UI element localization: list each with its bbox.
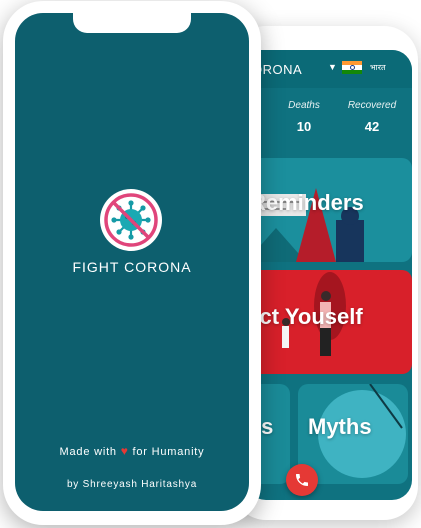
dropdown-icon[interactable]: ▼ xyxy=(328,62,337,72)
app-bar: ORONA ▼ भारत xyxy=(246,50,412,88)
call-button[interactable] xyxy=(286,464,318,496)
home-screen: ORONA ▼ भारत Deaths 10 Recovered 42 Remi… xyxy=(246,50,412,500)
protect-yourself-label: tect Youself xyxy=(246,304,363,329)
phone-notch xyxy=(73,13,191,33)
splash-title: FIGHT CORONA xyxy=(72,259,192,275)
recovered-stat: Recovered 42 xyxy=(342,100,402,134)
reminders-card[interactable]: Reminders xyxy=(246,158,412,262)
phone-icon xyxy=(296,474,308,486)
stats-row: Deaths 10 Recovered 42 xyxy=(246,94,412,152)
made-with-prefix: Made with xyxy=(59,446,117,458)
heart-icon: ♥ xyxy=(120,444,129,458)
author-credit: by Shreeyash Haritashya xyxy=(66,479,198,490)
myths-card[interactable]: Myths xyxy=(298,384,408,484)
recovered-value: 42 xyxy=(364,119,380,134)
india-flag-icon[interactable] xyxy=(342,61,362,74)
splash-screen: FIGHT CORONA Made with ♥ for Humanity by… xyxy=(15,13,249,511)
made-with-love-text: Made with ♥ for Humanity xyxy=(15,444,249,458)
deaths-stat: Deaths 10 xyxy=(274,100,334,134)
front-phone-frame: FIGHT CORONA Made with ♥ for Humanity by… xyxy=(3,1,261,525)
myths-label: Myths xyxy=(308,414,372,439)
no-virus-icon xyxy=(100,189,162,251)
language-label[interactable]: भारत xyxy=(370,62,386,73)
made-with-suffix: for Humanity xyxy=(132,446,205,458)
deaths-value: 10 xyxy=(296,119,312,134)
recovered-label: Recovered xyxy=(347,100,397,111)
deaths-label: Deaths xyxy=(288,100,320,111)
protect-yourself-card[interactable]: tect Youself xyxy=(246,270,412,374)
reminders-label: Reminders xyxy=(250,190,364,215)
